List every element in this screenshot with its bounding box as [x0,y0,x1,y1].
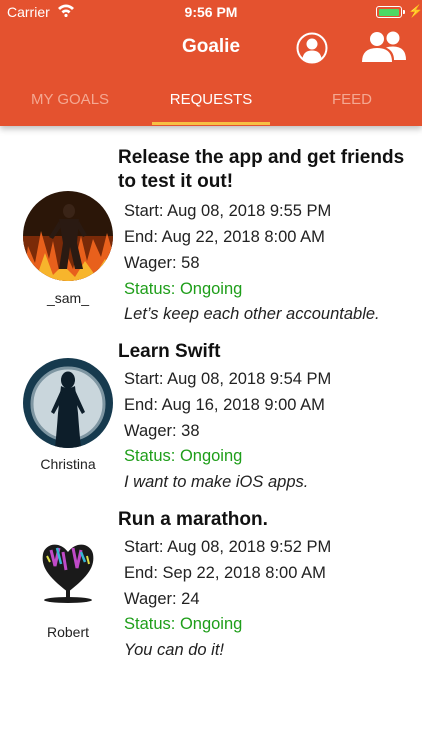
tab-my-goals[interactable]: MY GOALS [0,84,140,126]
tab-bar: MY GOALS REQUESTS FEED [0,84,422,126]
battery-icon [376,6,405,18]
goal-start: Start: Aug 08, 2018 9:52 PM [124,538,332,556]
goal-status: Status: Ongoing [124,447,243,465]
app-header: Carrier 9:56 PM ⚡ Goalie MY GOALS REQUES… [0,0,422,126]
goal-title: Release the app and get friends to test … [118,147,405,192]
goal-end: End: Sep 22, 2018 8:00 AM [124,564,326,582]
avatar [23,526,113,616]
goal-end: End: Aug 16, 2018 9:00 AM [124,396,325,414]
goal-title: Run a marathon. [118,509,268,530]
username: Robert [46,624,90,640]
goal-status: Status: Ongoing [124,280,243,298]
avatar-fire-figure-image [23,191,113,281]
avatar [23,191,113,281]
tab-indicator [152,122,270,125]
page-title: Goalie [181,36,241,57]
avatar-heart-image [23,526,113,616]
avatar [23,358,113,448]
goal-status: Status: Ongoing [124,615,243,633]
goal-start: Start: Aug 08, 2018 9:55 PM [124,202,332,220]
goal-message: I want to make iOS apps. [124,473,309,491]
tab-requests[interactable]: REQUESTS [141,84,281,126]
goal-end: End: Aug 22, 2018 8:00 AM [124,228,325,246]
goal-wager: Wager: 38 [124,422,200,440]
goal-start: Start: Aug 08, 2018 9:54 PM [124,370,332,388]
goal-message: You can do it! [124,641,224,659]
goal-message: Let’s keep each other accountable. [124,305,380,323]
goal-wager: Wager: 58 [124,254,200,272]
charging-icon: ⚡ [408,4,422,18]
status-bar: Carrier 9:56 PM ⚡ [0,0,422,24]
goal-title: Learn Swift [118,341,221,362]
clock: 9:56 PM [184,4,238,20]
avatar-moon-silhouette-image [23,358,113,448]
profile-icon[interactable] [296,32,328,64]
username: _sam_ [46,290,90,306]
goal-wager: Wager: 24 [124,590,200,608]
username: Christina [40,456,96,472]
friends-icon[interactable] [362,30,406,64]
tab-feed[interactable]: FEED [282,84,422,126]
